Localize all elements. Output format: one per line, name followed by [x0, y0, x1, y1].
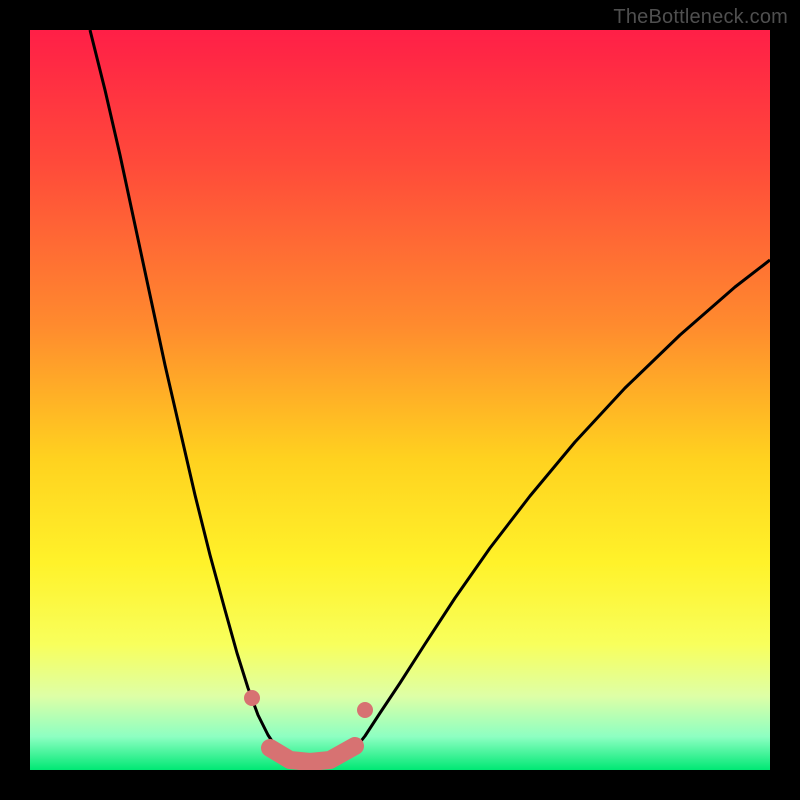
watermark-text: TheBottleneck.com: [613, 6, 788, 29]
plot-background: [30, 30, 770, 770]
plot-svg: [30, 30, 770, 770]
marker-left-dot: [244, 690, 260, 706]
marker-right-dot: [357, 702, 373, 718]
outer-frame: TheBottleneck.com: [0, 0, 800, 800]
plot-area: [30, 30, 770, 770]
